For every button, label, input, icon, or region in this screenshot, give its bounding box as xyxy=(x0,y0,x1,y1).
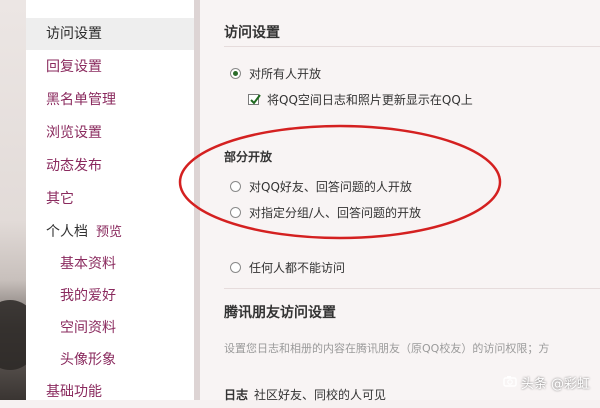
sidebar-item-space-info[interactable]: 空间资料 xyxy=(26,312,194,344)
option-sync-qq-label: 将QQ空间日志和照片更新显示在QQ上 xyxy=(267,92,473,107)
sidebar-item-blacklist[interactable]: 黑名单管理 xyxy=(26,84,194,116)
option-nobody[interactable]: 任何人都不能访问 xyxy=(230,258,345,276)
checkmark-icon xyxy=(250,93,261,105)
option-sync-qq[interactable]: 将QQ空间日志和照片更新显示在QQ上 xyxy=(248,90,473,108)
section-title-tencent-friends: 腾讯朋友访问设置 xyxy=(224,305,336,321)
profile-heading-label: 个人档 xyxy=(46,224,88,240)
background-photo-strip xyxy=(0,0,40,400)
option-nobody-label: 任何人都不能访问 xyxy=(249,260,346,275)
sidebar-item-browse-settings[interactable]: 浏览设置 xyxy=(26,117,194,149)
settings-sidebar: 访问设置 回复设置 黑名单管理 浏览设置 动态发布 其它 个人档 预览 基本资料 … xyxy=(26,0,194,400)
diary-permission-row: 日志 社区好友、同校的人可见 xyxy=(224,386,386,403)
sidebar-item-avatar[interactable]: 头像形象 xyxy=(26,344,194,376)
watermark-text: 头条 @彩虹 xyxy=(520,377,590,392)
radio-all-open[interactable] xyxy=(230,67,241,79)
red-circle-annotation xyxy=(178,124,502,240)
section-title-access: 访问设置 xyxy=(224,25,280,41)
radio-nobody[interactable] xyxy=(230,261,241,273)
camera-icon xyxy=(503,375,517,391)
sidebar-item-hobbies[interactable]: 我的爱好 xyxy=(26,280,194,312)
sidebar-item-access-settings[interactable]: 访问设置 xyxy=(26,18,194,50)
sidebar-item-other[interactable]: 其它 xyxy=(26,183,194,215)
sidebar-item-reply-settings[interactable]: 回复设置 xyxy=(26,51,194,83)
sidebar-profile-heading: 个人档 预览 xyxy=(26,216,194,248)
tencent-friends-description: 设置您日志和相册的内容在腾讯朋友（原QQ校友）的访问权限；方 xyxy=(224,342,550,355)
profile-preview-link[interactable]: 预览 xyxy=(96,225,122,240)
option-all-open-label: 对所有人开放 xyxy=(249,66,322,81)
option-all-open[interactable]: 对所有人开放 xyxy=(230,64,321,82)
checkbox-sync-qq[interactable] xyxy=(248,93,261,105)
section-divider xyxy=(224,46,600,47)
section-divider-2 xyxy=(224,288,600,289)
watermark: 头条 @彩虹 xyxy=(503,373,590,392)
sidebar-item-feed-publish[interactable]: 动态发布 xyxy=(26,150,194,182)
sidebar-item-basic-info[interactable]: 基本资料 xyxy=(26,248,194,280)
sidebar-item-basic-functions[interactable]: 基础功能 xyxy=(26,376,194,408)
